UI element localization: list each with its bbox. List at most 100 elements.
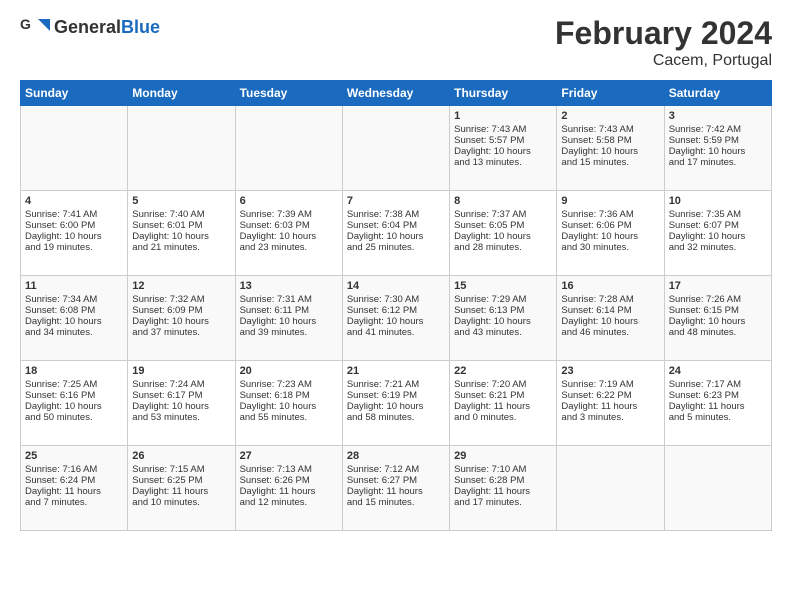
day-number: 20 xyxy=(240,365,338,377)
calendar-cell: 23Sunrise: 7:19 AMSunset: 6:22 PMDayligh… xyxy=(557,361,664,446)
day-info-line: Sunset: 6:12 PM xyxy=(347,305,445,316)
calendar-cell: 16Sunrise: 7:28 AMSunset: 6:14 PMDayligh… xyxy=(557,276,664,361)
day-info-line: and 43 minutes. xyxy=(454,327,552,338)
main-title: February 2024 xyxy=(555,15,772,52)
day-info-line: and 3 minutes. xyxy=(561,412,659,423)
calendar-cell: 1Sunrise: 7:43 AMSunset: 5:57 PMDaylight… xyxy=(450,106,557,191)
day-info-line: and 25 minutes. xyxy=(347,242,445,253)
calendar-cell: 17Sunrise: 7:26 AMSunset: 6:15 PMDayligh… xyxy=(664,276,771,361)
day-info-line: and 53 minutes. xyxy=(132,412,230,423)
day-info-line: Sunset: 6:01 PM xyxy=(132,220,230,231)
day-info-line: Sunrise: 7:23 AM xyxy=(240,379,338,390)
day-info-line: Sunset: 6:05 PM xyxy=(454,220,552,231)
day-info-line: Sunset: 6:28 PM xyxy=(454,475,552,486)
day-info-line: Sunset: 6:26 PM xyxy=(240,475,338,486)
calendar-cell xyxy=(664,446,771,531)
day-number: 7 xyxy=(347,195,445,207)
day-number: 2 xyxy=(561,110,659,122)
day-info-line: and 41 minutes. xyxy=(347,327,445,338)
weekday-header-friday: Friday xyxy=(557,81,664,106)
day-number: 4 xyxy=(25,195,123,207)
day-number: 24 xyxy=(669,365,767,377)
day-info-line: and 19 minutes. xyxy=(25,242,123,253)
calendar-cell xyxy=(21,106,128,191)
day-info-line: Sunset: 6:24 PM xyxy=(25,475,123,486)
calendar-cell: 4Sunrise: 7:41 AMSunset: 6:00 PMDaylight… xyxy=(21,191,128,276)
day-number: 9 xyxy=(561,195,659,207)
day-info-line: Sunset: 6:25 PM xyxy=(132,475,230,486)
day-info-line: and 17 minutes. xyxy=(669,157,767,168)
calendar-cell: 26Sunrise: 7:15 AMSunset: 6:25 PMDayligh… xyxy=(128,446,235,531)
weekday-header-monday: Monday xyxy=(128,81,235,106)
calendar-cell: 3Sunrise: 7:42 AMSunset: 5:59 PMDaylight… xyxy=(664,106,771,191)
calendar-cell: 21Sunrise: 7:21 AMSunset: 6:19 PMDayligh… xyxy=(342,361,449,446)
day-info-line: Sunset: 5:57 PM xyxy=(454,135,552,146)
day-number: 17 xyxy=(669,280,767,292)
calendar-cell: 8Sunrise: 7:37 AMSunset: 6:05 PMDaylight… xyxy=(450,191,557,276)
day-info-line: Daylight: 10 hours xyxy=(25,231,123,242)
logo-icon: G xyxy=(20,15,50,39)
day-number: 3 xyxy=(669,110,767,122)
day-info-line: and 17 minutes. xyxy=(454,497,552,508)
day-info-line: Daylight: 10 hours xyxy=(669,231,767,242)
day-info-line: and 10 minutes. xyxy=(132,497,230,508)
subtitle: Cacem, Portugal xyxy=(555,52,772,70)
day-info-line: Daylight: 11 hours xyxy=(561,401,659,412)
calendar-cell: 7Sunrise: 7:38 AMSunset: 6:04 PMDaylight… xyxy=(342,191,449,276)
weekday-header-saturday: Saturday xyxy=(664,81,771,106)
day-info-line: Daylight: 11 hours xyxy=(454,401,552,412)
calendar-cell: 12Sunrise: 7:32 AMSunset: 6:09 PMDayligh… xyxy=(128,276,235,361)
day-info-line: Sunrise: 7:43 AM xyxy=(561,124,659,135)
day-info-line: Sunset: 6:11 PM xyxy=(240,305,338,316)
day-info-line: and 28 minutes. xyxy=(454,242,552,253)
logo-blue: Blue xyxy=(121,17,160,37)
day-info-line: Daylight: 10 hours xyxy=(561,231,659,242)
calendar-cell: 29Sunrise: 7:10 AMSunset: 6:28 PMDayligh… xyxy=(450,446,557,531)
day-info-line: and 15 minutes. xyxy=(561,157,659,168)
day-info-line: Daylight: 10 hours xyxy=(25,316,123,327)
day-number: 10 xyxy=(669,195,767,207)
day-number: 6 xyxy=(240,195,338,207)
day-number: 8 xyxy=(454,195,552,207)
calendar-table: SundayMondayTuesdayWednesdayThursdayFrid… xyxy=(20,80,772,531)
day-number: 12 xyxy=(132,280,230,292)
day-info-line: Sunrise: 7:19 AM xyxy=(561,379,659,390)
day-info-line: Sunrise: 7:39 AM xyxy=(240,209,338,220)
day-info-line: and 37 minutes. xyxy=(132,327,230,338)
week-row-1: 1Sunrise: 7:43 AMSunset: 5:57 PMDaylight… xyxy=(21,106,772,191)
day-info-line: and 15 minutes. xyxy=(347,497,445,508)
weekday-header-tuesday: Tuesday xyxy=(235,81,342,106)
calendar-cell xyxy=(342,106,449,191)
logo-general: General xyxy=(54,17,121,37)
calendar-cell: 6Sunrise: 7:39 AMSunset: 6:03 PMDaylight… xyxy=(235,191,342,276)
weekday-header-row: SundayMondayTuesdayWednesdayThursdayFrid… xyxy=(21,81,772,106)
day-info-line: Sunrise: 7:43 AM xyxy=(454,124,552,135)
day-info-line: Sunset: 5:59 PM xyxy=(669,135,767,146)
header-row: G GeneralBlue February 2024 Cacem, Portu… xyxy=(20,15,772,70)
day-info-line: and 7 minutes. xyxy=(25,497,123,508)
day-info-line: Sunset: 6:04 PM xyxy=(347,220,445,231)
weekday-header-thursday: Thursday xyxy=(450,81,557,106)
day-info-line: Daylight: 11 hours xyxy=(454,486,552,497)
day-number: 27 xyxy=(240,450,338,462)
day-info-line: Daylight: 11 hours xyxy=(347,486,445,497)
day-info-line: Sunrise: 7:17 AM xyxy=(669,379,767,390)
day-info-line: Daylight: 10 hours xyxy=(25,401,123,412)
day-info-line: Daylight: 10 hours xyxy=(240,231,338,242)
day-info-line: and 34 minutes. xyxy=(25,327,123,338)
calendar-cell xyxy=(557,446,664,531)
day-info-line: Sunset: 6:15 PM xyxy=(669,305,767,316)
calendar-cell: 27Sunrise: 7:13 AMSunset: 6:26 PMDayligh… xyxy=(235,446,342,531)
day-info-line: Sunrise: 7:34 AM xyxy=(25,294,123,305)
day-info-line: Daylight: 10 hours xyxy=(561,316,659,327)
day-info-line: Daylight: 10 hours xyxy=(454,231,552,242)
day-info-line: Sunrise: 7:21 AM xyxy=(347,379,445,390)
day-info-line: Sunrise: 7:26 AM xyxy=(669,294,767,305)
day-info-line: Sunrise: 7:35 AM xyxy=(669,209,767,220)
day-number: 19 xyxy=(132,365,230,377)
day-info-line: Sunrise: 7:28 AM xyxy=(561,294,659,305)
day-info-line: Sunrise: 7:29 AM xyxy=(454,294,552,305)
day-info-line: Sunset: 6:18 PM xyxy=(240,390,338,401)
day-number: 26 xyxy=(132,450,230,462)
day-number: 28 xyxy=(347,450,445,462)
